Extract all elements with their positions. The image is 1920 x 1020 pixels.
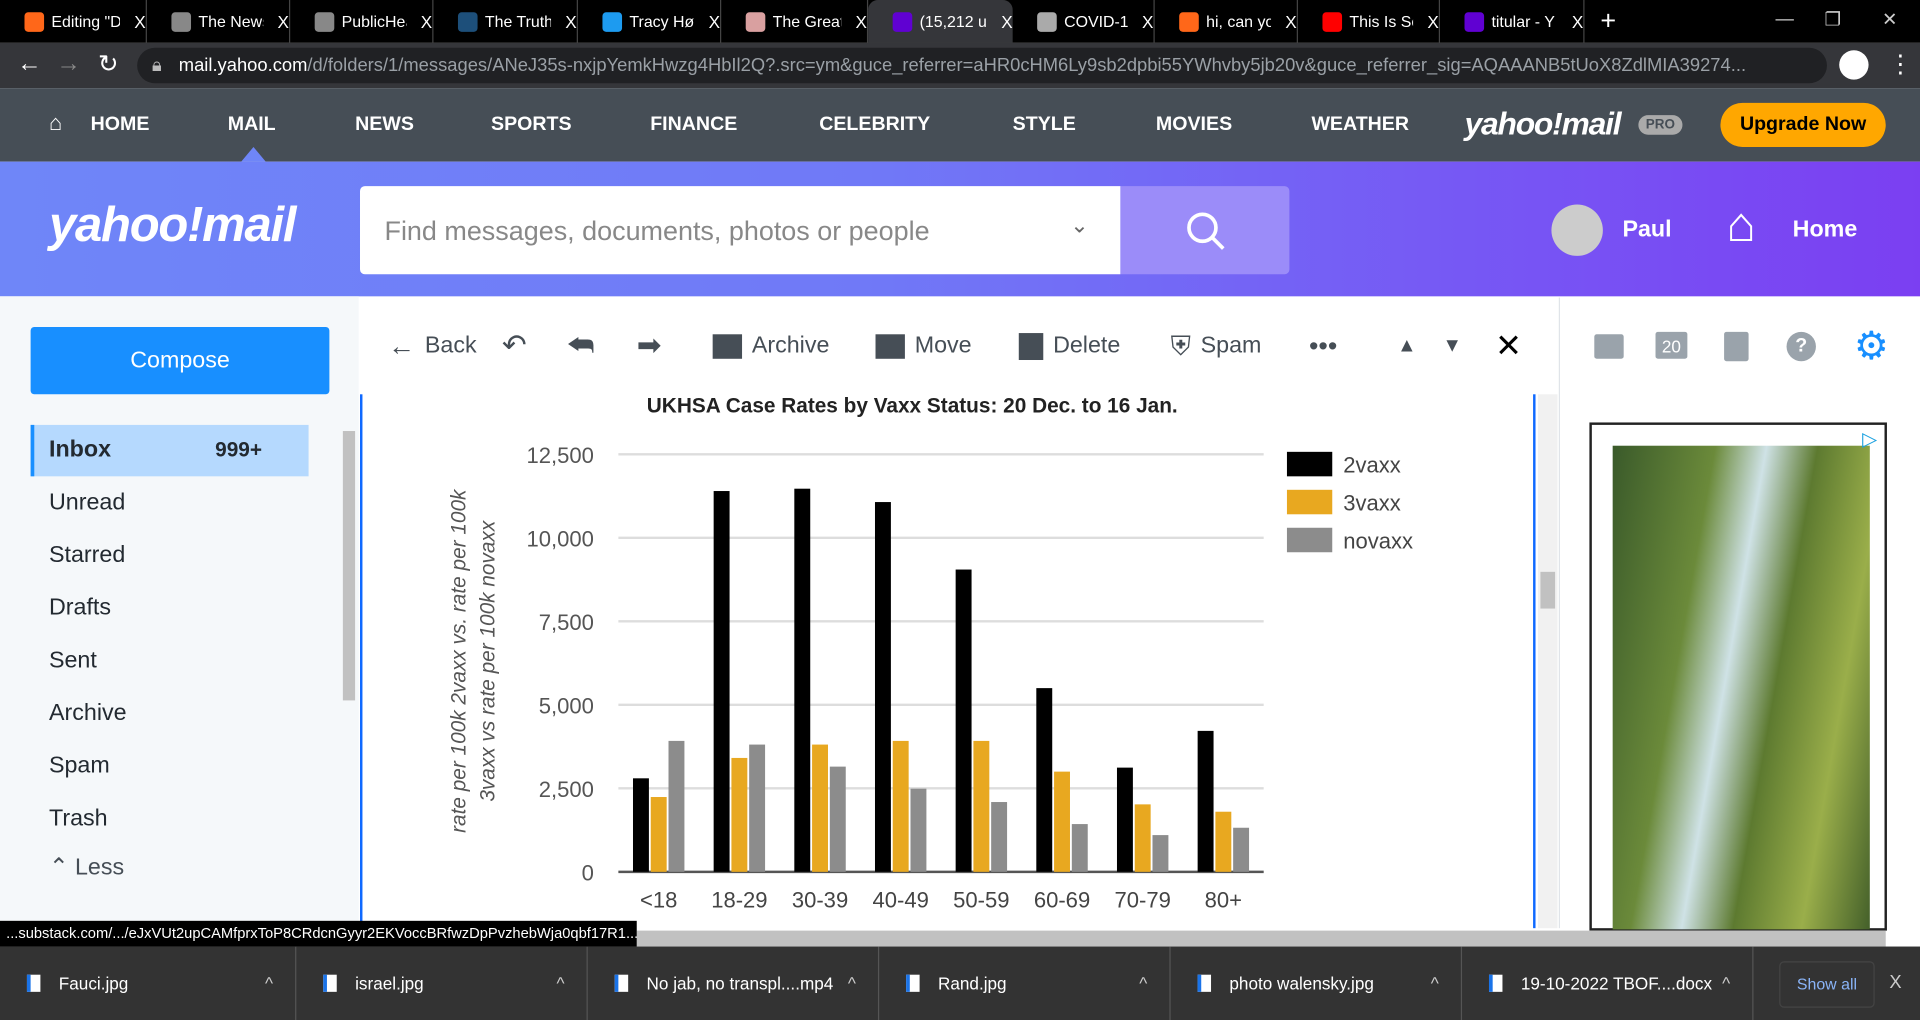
y-tick-label: 2,500 [539,777,594,802]
download-item[interactable]: No jab, no transpl....mp4 ^ [588,946,880,1020]
file-icon [1197,974,1212,992]
x-tick-label: 80+ [1205,887,1242,912]
bar-3vaxx-80+ [1215,811,1232,872]
x-tick-label: 30-39 [792,887,848,912]
x-tick-label: 50-59 [953,887,1009,912]
bar-novaxx-30-39 [829,766,846,872]
bar-2vaxx-60-69 [1036,688,1053,872]
bar-2vaxx-50-59 [955,569,972,872]
show-all-downloads-button[interactable]: Show all [1779,961,1875,1008]
bar-3vaxx-18-29 [731,757,748,872]
status-url-tooltip: ...substack.com/.../eJxVUt2upCAMfprxToP8… [0,920,637,947]
file-icon [614,974,629,992]
x-tick-label: 70-79 [1115,887,1171,912]
message-scrollbar[interactable] [1537,394,1558,929]
downloads-bar: Fauci.jpg ^ israel.jpg ^ No jab, no transpl.… [0,946,1920,1020]
y-tick-label: 7,500 [539,610,594,635]
bar-2vaxx-30-39 [794,488,811,872]
download-filename: israel.jpg [355,973,424,994]
download-options-chevron-icon[interactable]: ^ [265,973,273,993]
bar-novaxx-40-49 [910,788,927,872]
calendar-icon[interactable]: 20 [1655,331,1688,359]
advertisement[interactable]: ▷ [1589,422,1887,931]
bar-novaxx-<18 [668,740,685,872]
help-icon[interactable]: ? [1786,331,1816,362]
bar-2vaxx-70-79 [1116,767,1133,872]
bar-3vaxx-40-49 [892,740,909,872]
download-filename: Rand.jpg [937,973,1007,994]
bar-2vaxx-40-49 [874,502,891,872]
y-tick-label: 0 [582,860,594,885]
settings-gear-icon[interactable]: ⚙ [1854,322,1889,369]
file-icon [323,974,337,992]
download-item[interactable]: Fauci.jpg ^ [0,946,297,1020]
download-filename: photo walensky.jpg [1229,973,1374,994]
legend-label: novaxx [1343,529,1413,554]
bar-2vaxx-18-29 [713,491,730,872]
legend-swatch-novaxx [1286,527,1333,553]
browser-window: Editing "DXThe NewsXPublicHeaXThe TruthX… [0,0,1920,1020]
download-filename: 19-10-2022 TBOF....docx [1520,973,1713,994]
download-filename: No jab, no transpl....mp4 [646,973,834,994]
legend-label: 3vaxx [1343,491,1401,516]
bar-novaxx-80+ [1233,827,1250,872]
adchoices-icon[interactable]: ▷ [1862,427,1877,451]
y-axis-label-line: rate per 100k 2vaxx vs. rate per 100k [447,488,470,833]
download-item[interactable]: Rand.jpg ^ [879,946,1171,1020]
y-axis-label-line: 3vaxx vs rate per 100k novaxx [477,520,500,802]
bar-novaxx-50-59 [991,802,1008,872]
file-icon [906,974,920,992]
download-item[interactable]: photo walensky.jpg ^ [1171,946,1463,1020]
download-options-chevron-icon[interactable]: ^ [848,973,856,993]
file-icon [1488,974,1503,992]
notepad-icon[interactable] [1724,331,1749,362]
bar-novaxx-70-79 [1152,835,1169,872]
chart-title: UKHSA Case Rates by Vaxx Status: 20 Dec.… [647,395,1178,418]
download-options-chevron-icon[interactable]: ^ [1431,973,1439,993]
y-tick-label: 5,000 [539,693,594,718]
legend-label: 2vaxx [1343,453,1401,478]
download-item[interactable]: 19-10-2022 TBOF....docx ^ [1462,946,1754,1020]
legend-swatch-3vaxx [1286,489,1333,515]
bar-novaxx-60-69 [1071,824,1088,872]
x-tick-label: 40-49 [873,887,929,912]
download-filename: Fauci.jpg [58,973,129,994]
download-options-chevron-icon[interactable]: ^ [1139,973,1147,993]
file-icon [26,974,41,992]
contacts-icon[interactable] [1594,334,1624,359]
download-options-chevron-icon[interactable]: ^ [1722,973,1730,993]
bar-2vaxx-80+ [1197,730,1214,872]
bar-3vaxx-70-79 [1134,804,1151,872]
ad-waterfall-image [1612,445,1870,930]
x-tick-label: 60-69 [1034,887,1090,912]
horizontal-scrollbar[interactable] [636,930,1886,947]
download-options-chevron-icon[interactable]: ^ [556,973,564,993]
bar-3vaxx-<18 [650,797,667,872]
legend-swatch-2vaxx [1286,451,1333,477]
y-tick-label: 10,000 [526,526,593,551]
x-tick-label: 18-29 [711,887,767,912]
bar-novaxx-18-29 [749,744,766,872]
x-tick-label: <18 [640,887,677,912]
bar-3vaxx-50-59 [973,740,990,872]
bar-3vaxx-30-39 [812,744,828,872]
bar-2vaxx-<18 [632,778,649,872]
download-item[interactable]: israel.jpg ^ [296,946,588,1020]
y-tick-label: 12,500 [526,443,593,468]
bar-3vaxx-60-69 [1054,771,1070,872]
y-axis-label: rate per 100k 2vaxx vs. rate per 100k 3va… [447,488,499,833]
close-downloads-icon[interactable]: X [1889,972,1901,993]
